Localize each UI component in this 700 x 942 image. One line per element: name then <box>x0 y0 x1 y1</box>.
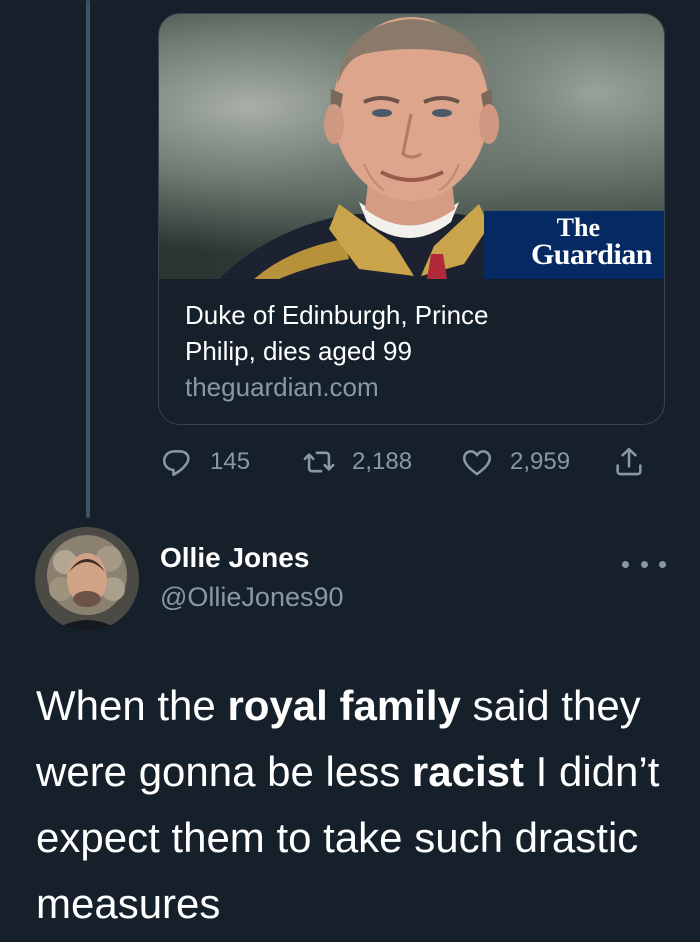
retweet-button[interactable]: 2,188 <box>302 440 412 484</box>
article-thumbnail[interactable]: The Guardian <box>159 14 664 279</box>
like-count: 2,959 <box>510 448 571 475</box>
share-button[interactable] <box>612 440 646 484</box>
guardian-logo: The Guardian <box>484 211 664 279</box>
more-dot-icon <box>640 560 648 568</box>
article-title-line-1: Duke of Edinburgh, Prince <box>185 300 489 330</box>
tweet-text-part: When the <box>36 682 228 729</box>
user-avatar-image <box>35 527 139 631</box>
guardian-logo-guardian: Guardian <box>530 238 653 271</box>
more-dot-icon <box>622 560 629 568</box>
article-domain: theguardian.com <box>185 372 379 402</box>
tweet-text: When the royal family said they were gon… <box>36 673 676 937</box>
reply-button[interactable]: 145 <box>160 440 250 484</box>
reply-icon <box>162 450 190 477</box>
guardian-logo-the: The <box>556 213 600 242</box>
retweet-count: 2,188 <box>352 448 413 475</box>
tweet-action-bar: 145 2,188 2,959 <box>160 440 665 484</box>
reply-count: 145 <box>210 448 251 475</box>
user-handle[interactable]: @OllieJones90 <box>160 582 344 613</box>
link-preview-card[interactable]: The Guardian Duke of Edinburgh, Prince P… <box>158 13 665 425</box>
more-dot-icon <box>659 560 666 568</box>
retweet-icon <box>303 451 335 473</box>
share-icon <box>616 447 642 476</box>
like-icon <box>462 450 492 476</box>
article-title-line-2: Philip, dies aged 99 <box>185 336 412 366</box>
link-card-text: Duke of Edinburgh, Prince Philip, dies a… <box>159 279 664 405</box>
tweet-text-bold-royal-family: royal family <box>227 682 461 729</box>
avatar[interactable] <box>35 527 139 631</box>
tweet-text-bold-racist: racist <box>411 748 524 795</box>
thread-connector-line <box>86 0 90 518</box>
user-display-name[interactable]: Ollie Jones <box>160 542 309 574</box>
more-options-button[interactable] <box>622 550 666 578</box>
like-button[interactable]: 2,959 <box>460 440 570 484</box>
